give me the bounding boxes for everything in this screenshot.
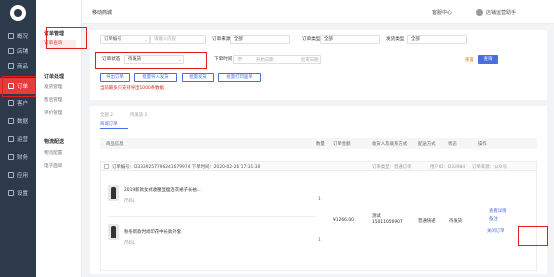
time-label: 下单时间 — [214, 57, 233, 62]
product-image — [108, 224, 119, 240]
col-status: 状态 — [448, 142, 457, 147]
data-icon — [8, 118, 14, 124]
ship-type-select[interactable]: 全部 — [407, 35, 467, 44]
sidebar-item-overview[interactable]: 概况 — [0, 28, 36, 44]
product-name[interactable]: 秋冬新款时尚印花中长款外套 — [124, 229, 181, 235]
product-spec: 尺码L — [124, 199, 136, 204]
remark-link[interactable]: 备注 — [489, 216, 498, 222]
filter-panel: 订单编号 ⌄ 请输入内容 订单来源 全部 订单类型 全部 发货类型 全部 订单状… — [90, 30, 547, 100]
sidebar-item-settings[interactable]: 设置 — [0, 185, 36, 201]
search-button[interactable]: 查询 — [478, 55, 498, 64]
submenu-item-logistics-config[interactable]: 物流配置 — [44, 150, 62, 156]
product-spec: 尺码L — [124, 241, 136, 246]
submenu-item-order-query[interactable]: 订单查询 — [40, 40, 76, 48]
chevron-down-icon: ⌄ — [178, 57, 182, 62]
sidebar-item-data[interactable]: 数据 — [0, 113, 36, 129]
order-checkbox[interactable] — [104, 164, 109, 169]
breadcrumb: 移动商城 — [92, 10, 113, 16]
order-list-panel: 全部 2 待发货 2 商城订单 商品信息 数量 订单金额 收货人及联系方式 配送… — [90, 106, 547, 274]
sidebar-item-goods[interactable]: 商品 — [0, 58, 36, 74]
status-select[interactable]: 待发货 — [124, 55, 184, 64]
delivery-method: 普通快递 — [418, 219, 436, 224]
tab-mall-orders[interactable]: 商城订单 — [100, 121, 118, 127]
chevron-down-icon: ⌄ — [144, 37, 148, 42]
export-button[interactable]: 导出订单 — [100, 73, 130, 82]
main-sidebar: 概况 店铺 商品 订单 客户 数据 运营 财务 应用 设置 — [0, 0, 36, 277]
product-qty: 1 — [318, 238, 321, 243]
col-amount: 订单金额 — [333, 142, 351, 147]
order-no-select[interactable]: 订单编号 — [100, 35, 150, 44]
type-select[interactable]: 全部 — [320, 35, 380, 44]
top-bar: 移动商城 客服中心 店铺运营助手 — [82, 0, 554, 24]
order-body — [100, 171, 537, 271]
product-qty: 1 — [318, 197, 321, 202]
customer-icon — [8, 100, 14, 106]
export-warning: 当前最多只支持导出1000条数据 — [100, 86, 164, 91]
status-label: 订单状态 — [102, 57, 121, 62]
submenu-group-order-process: 订单处理 — [44, 74, 65, 80]
sidebar-item-customer[interactable]: 客户 — [0, 95, 36, 111]
item-divider — [108, 216, 316, 217]
sidebar-item-shop[interactable]: 店铺 — [0, 43, 36, 59]
submenu-item-aftersale[interactable]: 售后管理 — [44, 97, 62, 103]
user-name[interactable]: 店铺运营助手 — [486, 9, 516, 16]
source-select[interactable]: 全部 — [230, 35, 290, 44]
source-label: 订单来源 — [212, 37, 231, 42]
sidebar-item-order[interactable]: 订单 — [0, 78, 36, 94]
batch-ship-button[interactable]: 批量发货 — [182, 73, 214, 82]
reset-button[interactable]: 重置 — [465, 57, 474, 63]
end-date: 结束日期 — [301, 58, 319, 63]
finance-icon — [8, 154, 14, 160]
order-source: 订单来源：公众号 — [472, 165, 508, 170]
col-qty: 数量 — [316, 142, 325, 147]
tab-pending[interactable]: 待发货 2 — [130, 112, 147, 118]
view-detail-link[interactable]: 查看详情 — [489, 208, 507, 214]
sidebar-item-finance[interactable]: 财务 — [0, 149, 36, 165]
settings-icon — [8, 190, 14, 196]
col-delivery: 配送方式 — [418, 142, 436, 147]
operation-icon — [8, 136, 14, 142]
goods-icon — [8, 63, 14, 69]
calendar-icon: ◷ — [238, 57, 242, 62]
logo-icon — [10, 5, 26, 21]
close-order-link[interactable]: 关闭订单 — [487, 228, 505, 234]
order-type: 订单类型：普通订单 — [372, 165, 412, 170]
col-operation: 操作 — [478, 142, 487, 147]
order-icon — [8, 83, 14, 89]
batch-print-button[interactable]: 批量打印面单 — [218, 73, 261, 82]
submenu-item-review[interactable]: 评价管理 — [44, 110, 62, 116]
order-number-time: 订单编号：D3339257796241679974 下单时间：2020-02-2… — [112, 165, 261, 170]
user-id: 用户ID：D33984 — [430, 165, 466, 170]
product-name[interactable]: 2019新款女式收腰显瘦连衣裙子长袖... — [124, 187, 201, 193]
sidebar-item-app[interactable]: 应用 — [0, 167, 36, 183]
submenu-group-logistics: 物流配送 — [44, 139, 65, 145]
submenu-group-order-manage: 订单管理 — [44, 31, 65, 37]
submenu-item-ship[interactable]: 发货管理 — [44, 84, 62, 90]
sidebar-item-operation[interactable]: 运营 — [0, 131, 36, 147]
tab-underline — [100, 128, 128, 129]
order-status: 待发货 — [449, 219, 463, 224]
sub-sidebar: 订单管理 订单查询 订单处理 发货管理 售后管理 评价管理 物流配送 物流配置 … — [36, 0, 82, 277]
col-receiver: 收货人及联系方式 — [372, 142, 408, 147]
app-icon — [8, 172, 14, 178]
col-goods: 商品信息 — [106, 142, 124, 147]
type-label: 订单类型 — [302, 37, 321, 42]
shop-icon — [8, 48, 14, 54]
avatar[interactable] — [476, 9, 483, 16]
submenu-item-waybill[interactable]: 电子面单 — [44, 163, 62, 169]
tab-all[interactable]: 全部 2 — [100, 112, 113, 118]
ship-type-label: 发货类型 — [386, 37, 405, 42]
keyword-input[interactable]: 请输入内容 — [150, 35, 206, 44]
product-image — [108, 185, 119, 201]
batch-import-button[interactable]: 批量导入发货 — [134, 73, 177, 82]
home-icon — [8, 33, 14, 39]
order-amount: ¥1266.00 — [333, 218, 354, 223]
help-link[interactable]: 客服中心 — [432, 9, 452, 16]
receiver-phone: 15011056907 — [372, 220, 403, 225]
start-date: 开始日期 — [256, 58, 274, 63]
receiver-name: 测试 — [372, 214, 381, 219]
